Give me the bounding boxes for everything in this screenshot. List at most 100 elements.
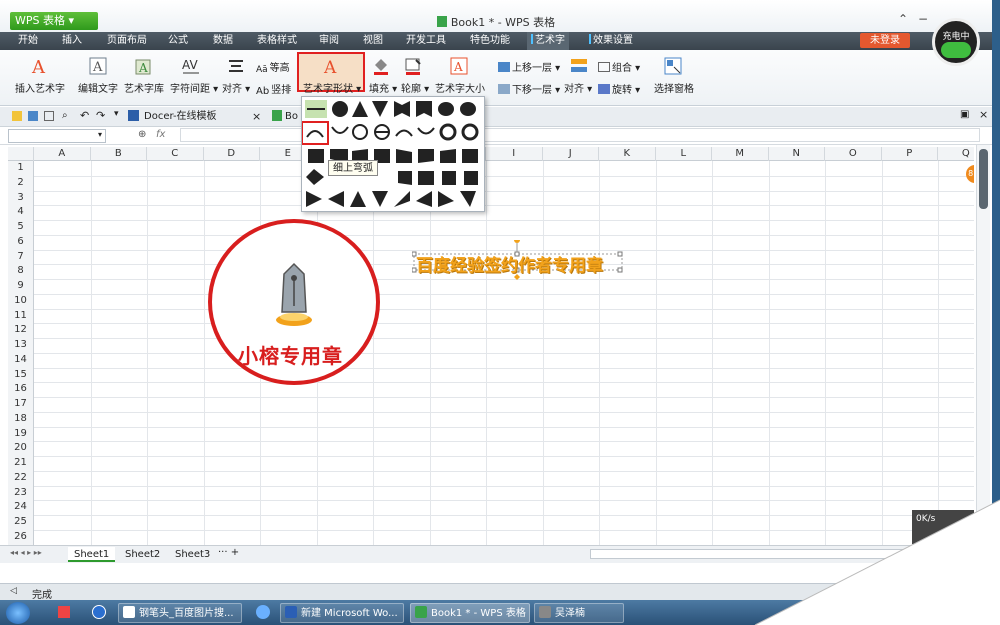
login-button[interactable]: 未登录 (860, 33, 910, 48)
row-header[interactable]: 12 (8, 323, 34, 338)
tab-features[interactable]: 特色功能 (466, 32, 514, 50)
restore-icon[interactable]: ▣ (960, 109, 969, 120)
taskbar-item-browser[interactable]: 钢笔头_百度图片搜... (118, 603, 242, 623)
row-header[interactable]: 16 (8, 382, 34, 397)
spreadsheet-grid[interactable]: ABCDEFGHIJKLMNOPQ 1234567891011121314151… (8, 147, 974, 545)
add-sheet-icon[interactable]: ··· + (218, 547, 239, 558)
tab-page-layout[interactable]: 页面布局 (103, 32, 151, 50)
tab-formula[interactable]: 公式 (164, 32, 192, 50)
sheet-tab-1[interactable]: Sheet1 (68, 547, 116, 562)
book-tab[interactable]: Bo (272, 109, 298, 125)
column-header[interactable]: A (34, 147, 91, 161)
sheet-nav-icon[interactable]: ◂◂ ◂ ▸ ▸▸ (10, 548, 42, 557)
pinned-app-icon[interactable] (58, 606, 70, 618)
taskbar-item-user[interactable]: 吴泽楠 (534, 603, 624, 623)
formula-input[interactable] (180, 128, 980, 142)
close-tab-icon[interactable]: × (252, 109, 261, 125)
column-header[interactable]: K (599, 147, 656, 161)
equal-height-button[interactable]: Aā 等高 (256, 59, 290, 75)
align-objects-button[interactable]: 对齐 ▾ (564, 80, 592, 95)
row-header[interactable]: 1 (8, 161, 34, 176)
column-header[interactable]: C (147, 147, 204, 161)
column-header[interactable]: D (204, 147, 260, 161)
outline-button[interactable]: 轮廓 ▾ (401, 80, 429, 95)
fx-icon[interactable]: fx (156, 129, 165, 140)
sheet-tab-3[interactable]: Sheet3 (169, 547, 216, 562)
tab-review[interactable]: 审阅 (315, 32, 343, 50)
row-header[interactable]: 14 (8, 352, 34, 368)
select-all-corner[interactable] (8, 147, 34, 161)
row-header[interactable]: 25 (8, 515, 34, 530)
zoom-icon[interactable]: ⊕ (138, 129, 146, 140)
row-header[interactable]: 10 (8, 293, 34, 309)
sheet-tab-2[interactable]: Sheet2 (119, 547, 166, 562)
row-header[interactable]: 24 (8, 500, 34, 515)
row-header[interactable]: 20 (8, 441, 34, 456)
column-header[interactable]: B (91, 147, 147, 161)
customize-icon[interactable]: ▾ (114, 109, 119, 119)
row-header[interactable]: 13 (8, 338, 34, 353)
column-header[interactable]: P (882, 147, 938, 161)
print-preview-icon[interactable]: ⌕ (62, 110, 68, 121)
art-gallery-button[interactable]: 艺术字库 (124, 80, 164, 95)
row-header[interactable]: 15 (8, 367, 34, 383)
row-header[interactable]: 21 (8, 456, 34, 471)
percent-badge[interactable]: 81% (966, 165, 974, 183)
column-header[interactable]: I (486, 147, 543, 161)
column-header[interactable]: O (825, 147, 882, 161)
column-header[interactable]: J (543, 147, 599, 161)
close-doc-icon[interactable]: × (979, 108, 988, 121)
row-header[interactable]: 6 (8, 234, 34, 250)
art-shape-button[interactable]: 艺术字形状 ▾ (303, 80, 361, 95)
edit-text-button[interactable]: 编辑文字 (78, 80, 118, 95)
charging-widget[interactable]: 充电中 (932, 18, 980, 66)
print-icon[interactable] (44, 111, 54, 121)
save-icon[interactable] (28, 111, 38, 121)
minimize-button[interactable]: − (918, 12, 928, 26)
collapse-ribbon-icon[interactable]: ⌃ (898, 12, 908, 26)
pinned-app-icon[interactable] (92, 605, 106, 619)
row-header[interactable]: 7 (8, 249, 34, 265)
tab-developer[interactable]: 开发工具 (402, 32, 450, 50)
row-header[interactable]: 4 (8, 205, 34, 220)
tab-table-style[interactable]: 表格样式 (253, 32, 301, 50)
column-header[interactable]: L (656, 147, 712, 161)
row-header[interactable]: 22 (8, 470, 34, 486)
insert-wordart-button[interactable]: 插入艺术字 (15, 80, 65, 95)
vertical-text-button[interactable]: Ab 竖排 (256, 81, 291, 97)
row-header[interactable]: 18 (8, 411, 34, 427)
group-button[interactable]: 组合 ▾ (598, 59, 640, 74)
row-header[interactable]: 23 (8, 485, 34, 501)
docer-tab[interactable]: Docer-在线模板 × (128, 109, 261, 125)
rotate-button[interactable]: 旋转 ▾ (598, 81, 640, 96)
taskbar-item-word[interactable]: 新建 Microsoft Wo... (280, 603, 404, 623)
row-header[interactable]: 3 (8, 190, 34, 206)
vertical-scrollbar[interactable] (976, 145, 990, 545)
undo-icon[interactable]: ↶ (80, 109, 89, 122)
row-header[interactable]: 2 (8, 175, 34, 191)
selection-pane-button[interactable]: 选择窗格 (654, 80, 694, 95)
tab-data[interactable]: 数据 (209, 32, 237, 50)
row-header[interactable]: 26 (8, 529, 34, 545)
scroll-thumb[interactable] (979, 149, 988, 209)
row-header[interactable]: 17 (8, 397, 34, 412)
horizontal-scrollbar[interactable] (590, 549, 970, 559)
row-header[interactable]: 8 (8, 264, 34, 279)
align-button[interactable]: 对齐 ▾ (222, 80, 250, 95)
column-header[interactable]: M (712, 147, 769, 161)
start-button[interactable] (6, 602, 30, 624)
column-header[interactable]: Q (938, 147, 974, 161)
send-backward-button[interactable]: 下移一层 ▾ (498, 81, 560, 96)
art-size-button[interactable]: 艺术字大小 (435, 80, 485, 95)
row-header[interactable]: 9 (8, 279, 34, 294)
fill-button[interactable]: 填充 ▾ (369, 80, 397, 95)
column-header[interactable]: N (769, 147, 825, 161)
open-folder-icon[interactable] (12, 111, 22, 121)
bring-forward-button[interactable]: 上移一层 ▾ (498, 59, 560, 74)
taskbar-item-wps[interactable]: Book1 * - WPS 表格 (410, 603, 530, 623)
wordart-selection[interactable]: 百度经验签约作者专用章 (412, 240, 626, 280)
pinned-app-icon[interactable] (256, 605, 270, 619)
row-header[interactable]: 19 (8, 426, 34, 442)
chevron-down-icon[interactable]: ▾ (98, 130, 102, 139)
row-header[interactable]: 5 (8, 220, 34, 235)
